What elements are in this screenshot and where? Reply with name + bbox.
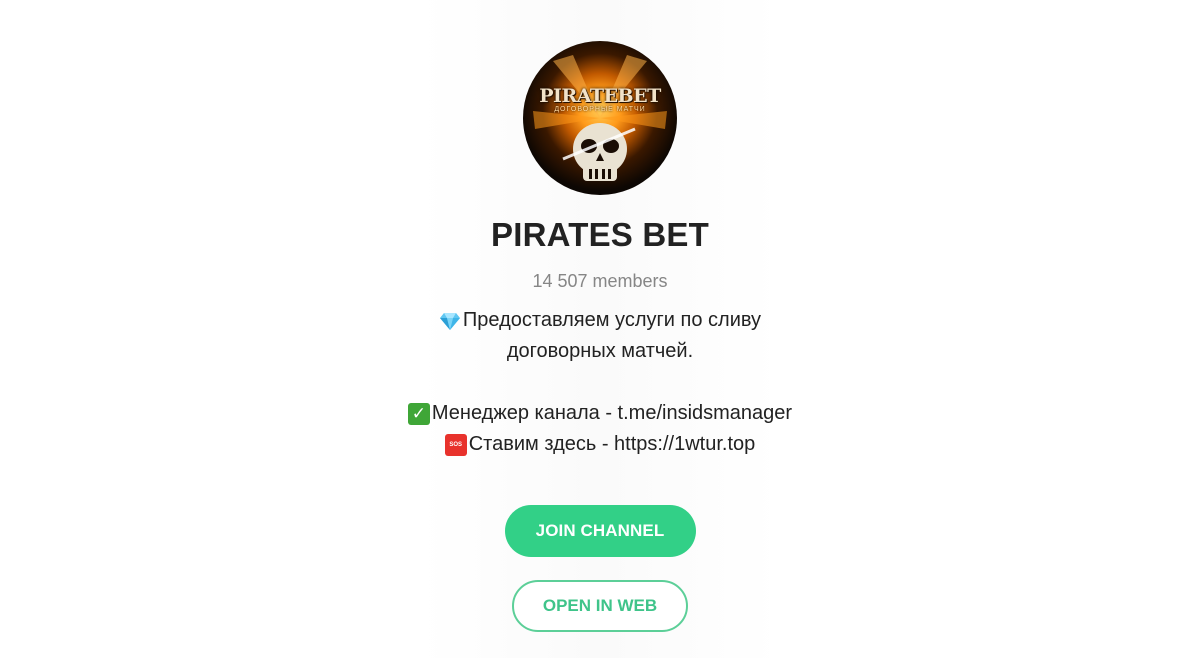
- description-line: ✓ Менеджер канала - t.me/insidsmanager: [407, 398, 793, 429]
- description-line: Предоставляем услуги по сливу: [408, 305, 792, 336]
- channel-description: Предоставляем услуги по сливу договорных…: [407, 305, 793, 460]
- description-text: Ставим здесь - https://1wtur.top: [468, 433, 756, 455]
- description-text: договорных матчей.: [506, 340, 694, 362]
- skull-logo-icon: [533, 55, 667, 181]
- channel-card: PIRATEBET ДОГОВОРНЫЕ МАТЧИ PIRATES BET 1…: [0, 0, 1200, 632]
- description-text: Предоставляем услуги по сливу: [462, 309, 762, 331]
- description-line: SOS Ставим здесь - https://1wtur.top: [408, 429, 792, 460]
- join-channel-button[interactable]: JOIN CHANNEL: [504, 505, 696, 557]
- channel-avatar: PIRATEBET ДОГОВОРНЫЕ МАТЧИ: [523, 41, 677, 195]
- avatar-logo-subtitle: ДОГОВОРНЫЕ МАТЧИ: [554, 106, 646, 113]
- check-mark-icon: ✓: [407, 402, 430, 425]
- member-count: 14 507 members: [532, 271, 668, 291]
- channel-preview-page: PIRATEBET ДОГОВОРНЫЕ МАТЧИ PIRATES BET 1…: [0, 0, 1200, 658]
- open-in-web-button[interactable]: OPEN IN WEB: [512, 580, 688, 632]
- description-line: договорных матчей.: [408, 336, 792, 367]
- description-text: Менеджер канала - t.me/insidsmanager: [431, 402, 793, 424]
- avatar-logo-text: PIRATEBET: [539, 85, 661, 107]
- gem-stone-icon: [439, 312, 460, 330]
- sos-icon: SOS: [444, 433, 467, 456]
- channel-title: PIRATES BET: [491, 216, 709, 253]
